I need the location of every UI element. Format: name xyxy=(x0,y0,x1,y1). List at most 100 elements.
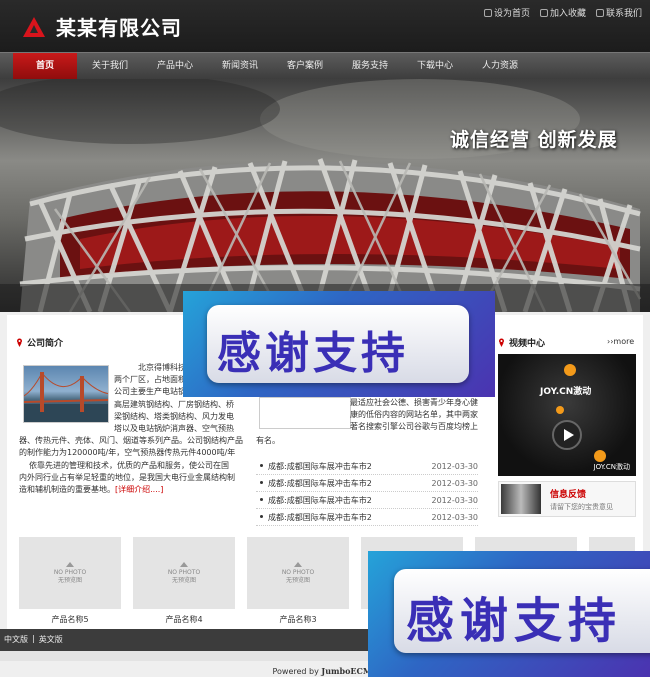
bullet-icon xyxy=(260,481,263,484)
lang-chinese-link[interactable]: 中文版 xyxy=(4,634,28,645)
news-item-date: 2012-03-30 xyxy=(431,478,479,488)
about-title-label: 公司简介 xyxy=(27,339,64,349)
news-item-date: 2012-03-30 xyxy=(431,461,479,471)
stadium-illustration xyxy=(0,79,650,312)
site-header: 某某有限公司 设为首页 加入收藏 联系我们 xyxy=(0,0,650,52)
news-list: 成都:成都国际车展冲击车市2 2012-03-30 成都:成都国际车展冲击车市2 2… xyxy=(256,458,478,526)
watermark-panel: 感谢支持 xyxy=(394,569,650,653)
about-line: 造和辅机制造的重要基地。 xyxy=(19,485,115,495)
about-line: 器、传热元件、壳体、风门、烟道等系列产品。公司钢结构产品 xyxy=(19,436,243,446)
feedback-image xyxy=(501,484,541,514)
watermark-panel: 感谢支持 xyxy=(207,305,469,383)
nav-item-products[interactable]: 产品中心 xyxy=(143,53,207,80)
no-preview-label: 无预览图 xyxy=(285,577,310,584)
no-photo-label: NO PHOTO xyxy=(281,569,315,576)
product-card[interactable]: NO PHOTO 无预览图 xyxy=(133,537,235,609)
no-photo-placeholder: NO PHOTO 无预览图 xyxy=(19,562,121,585)
powered-prefix: Powered by xyxy=(272,667,319,676)
no-preview-label: 无预览图 xyxy=(171,577,196,584)
news-snippet-line: 最适应社会公德、损害青少年身心健 xyxy=(350,398,478,407)
camera-icon xyxy=(294,562,302,567)
bullet-icon xyxy=(260,464,263,467)
about-more-link[interactable]: [详细介绍....] xyxy=(115,485,163,494)
location-pin-icon xyxy=(17,338,22,347)
news-item[interactable]: 成都:成都国际车展冲击车市2 2012-03-30 xyxy=(256,475,478,492)
nav-item-cases[interactable]: 客户案例 xyxy=(273,53,337,80)
nav-item-about[interactable]: 关于我们 xyxy=(78,53,142,80)
lang-separator: | xyxy=(32,634,35,643)
video-brand-top: JOY.CN激动 xyxy=(540,387,592,397)
no-photo-placeholder: NO PHOTO 无预览图 xyxy=(133,562,235,585)
no-photo-placeholder: NO PHOTO 无预览图 xyxy=(247,562,349,585)
nav-item-hr[interactable]: 人力资源 xyxy=(468,53,532,80)
watermark-overlay: 感谢支持 xyxy=(368,551,650,677)
video-title-label: 视频中心 xyxy=(509,339,546,349)
banner-slogan: 诚信经营 创新发展 xyxy=(450,129,618,151)
about-line: 内外同行业占有举足轻重的地位，是我国大电行业金属结构制 xyxy=(19,472,235,482)
watermark-overlay: 感谢支持 xyxy=(183,291,495,397)
add-favorite-link[interactable]: 加入收藏 xyxy=(539,6,586,19)
news-item-title: 成都:成都国际车展冲击车市2 xyxy=(268,461,372,471)
set-homepage-label: 设为首页 xyxy=(493,9,530,19)
news-item[interactable]: 成都:成都国际车展冲击车市2 2012-03-30 xyxy=(256,492,478,509)
company-name: 某某有限公司 xyxy=(56,16,182,40)
news-snippet-line: 康的低俗内容的网站名单，其中两家 xyxy=(350,410,478,419)
contact-icon xyxy=(595,8,604,17)
nav-item-download[interactable]: 下载中心 xyxy=(403,53,467,80)
hero-banner: 诚信经营 创新发展 xyxy=(0,79,650,312)
product-card[interactable]: NO PHOTO 无预览图 xyxy=(19,537,121,609)
about-line: 高层建筑钢结构、厂房钢结构、桥 xyxy=(114,399,234,409)
contact-us-label: 联系我们 xyxy=(605,9,642,19)
site-logo[interactable]: 某某有限公司 xyxy=(22,12,182,41)
product-name[interactable]: 产品名称5 xyxy=(19,614,121,625)
product-name[interactable]: 产品名称3 xyxy=(247,614,349,625)
camera-icon xyxy=(66,562,74,567)
language-switcher: 中文版 | 英文版 xyxy=(4,634,63,645)
news-item-date: 2012-03-30 xyxy=(431,512,479,522)
decor-dot-icon xyxy=(556,406,564,414)
set-homepage-link[interactable]: 设为首页 xyxy=(483,6,530,19)
news-snippet-line: 著名搜索引擎公司谷歌与百度均榜上 xyxy=(350,422,478,431)
news-item-date: 2012-03-30 xyxy=(431,495,479,505)
watermark-text: 感谢支持 xyxy=(217,328,409,379)
news-item[interactable]: 成都:成都国际车展冲击车市2 2012-03-30 xyxy=(256,458,478,475)
news-snippet-tail: 有名。 xyxy=(256,436,280,445)
add-favorite-label: 加入收藏 xyxy=(549,9,586,19)
video-brand-bottom: JOY.CN激动 xyxy=(593,463,630,471)
news-item[interactable]: 成都:成都国际车展冲击车市2 2012-03-30 xyxy=(256,509,478,526)
location-pin-icon xyxy=(499,338,504,347)
news-item-title: 成都:成都国际车展冲击车市2 xyxy=(268,512,372,522)
main-nav: 首页 关于我们 产品中心 新闻资讯 客户案例 服务支持 下载中心 人力资源 xyxy=(0,52,650,80)
top-links: 设为首页 加入收藏 联系我们 xyxy=(483,6,642,19)
video-section-title: 视频中心 xyxy=(498,336,545,349)
nav-item-support[interactable]: 服务支持 xyxy=(338,53,402,80)
joy-logo-icon xyxy=(564,364,576,376)
about-line: 塔以及电站锅炉消声器、空气预热 xyxy=(114,424,234,434)
nav-item-news[interactable]: 新闻资讯 xyxy=(208,53,272,80)
product-card[interactable]: NO PHOTO 无预览图 xyxy=(247,537,349,609)
nav-item-home[interactable]: 首页 xyxy=(13,53,77,80)
feedback-title: 信息反馈 xyxy=(550,490,587,500)
camera-icon xyxy=(180,562,188,567)
feedback-card[interactable]: 信息反馈 请留下您的宝贵意见 xyxy=(498,481,636,517)
news-item-title: 成都:成都国际车展冲击车市2 xyxy=(268,495,372,505)
video-player[interactable]: JOY.CN激动 JOY.CN激动 xyxy=(498,354,636,476)
about-line: 的制作能力为120000吨/年，空气预热器传热元件4000吨/年 xyxy=(19,448,236,458)
play-icon[interactable] xyxy=(552,420,582,450)
no-photo-label: NO PHOTO xyxy=(53,569,87,576)
joy-logo-small-icon xyxy=(594,450,606,462)
home-icon xyxy=(483,8,492,17)
bullet-icon xyxy=(260,498,263,501)
video-more-label: more xyxy=(613,337,635,346)
about-section-title: 公司简介 xyxy=(16,336,63,349)
video-more-link[interactable]: ››more xyxy=(607,337,634,346)
triangle-logo-icon xyxy=(22,16,46,38)
lang-english-link[interactable]: 英文版 xyxy=(39,634,63,645)
contact-us-link[interactable]: 联系我们 xyxy=(595,6,642,19)
bullet-icon xyxy=(260,515,263,518)
product-name[interactable]: 产品名称4 xyxy=(133,614,235,625)
no-photo-label: NO PHOTO xyxy=(167,569,201,576)
news-item-title: 成都:成都国际车展冲击车市2 xyxy=(268,478,372,488)
about-line: 梁钢结构、塔类钢结构、风力发电 xyxy=(114,411,234,421)
watermark-text: 感谢支持 xyxy=(406,593,623,649)
